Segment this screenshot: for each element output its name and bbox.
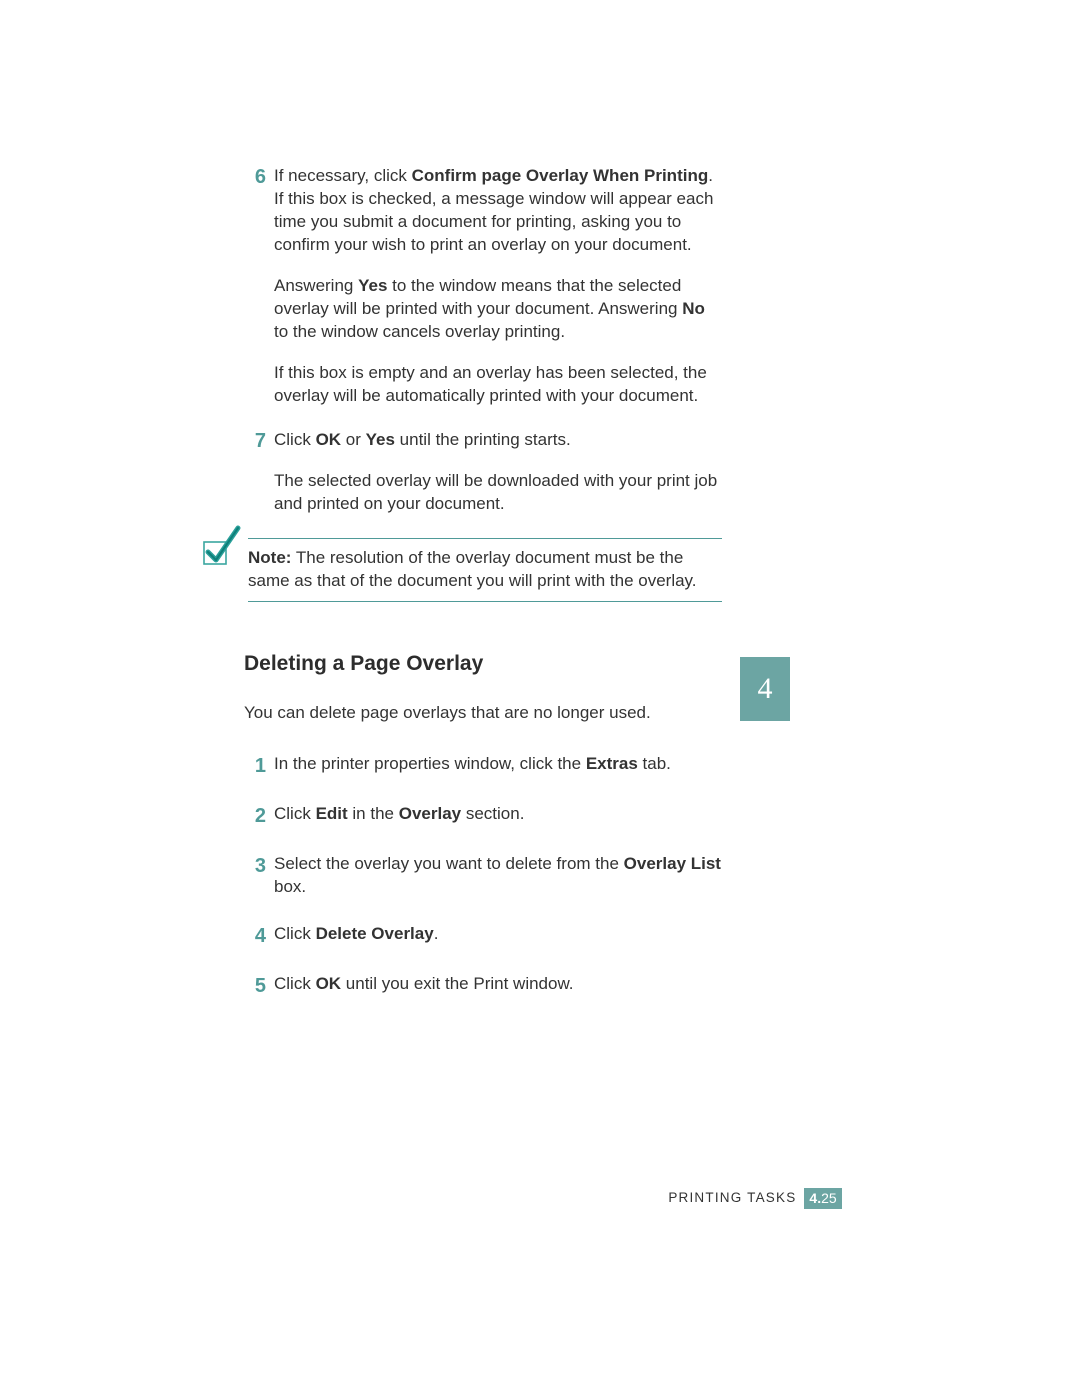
step-body: Select the overlay you want to delete fr…	[274, 853, 722, 899]
step-number: 1	[244, 753, 266, 779]
step-body: Click Delete Overlay.	[274, 923, 722, 949]
step-paragraph: The selected overlay will be downloaded …	[274, 470, 722, 516]
step-number: 3	[244, 853, 266, 899]
step-paragraph: Click Delete Overlay.	[274, 923, 722, 946]
step-number: 4	[244, 923, 266, 949]
footer-page-number: 4.25	[804, 1188, 841, 1209]
step-number: 7	[244, 429, 266, 516]
step-paragraph: Click OK or Yes until the printing start…	[274, 429, 722, 452]
step: 4 Click Delete Overlay.	[244, 923, 722, 949]
checkmark-icon	[202, 524, 242, 566]
step-body: Click Edit in the Overlay section.	[274, 803, 722, 829]
step: 1 In the printer properties window, click…	[244, 753, 722, 779]
chapter-tab: 4	[740, 657, 790, 721]
section-heading: Deleting a Page Overlay	[244, 650, 722, 678]
page-content: 6If necessary, click Confirm page Overla…	[244, 165, 722, 1023]
page-footer: PRINTING TASKS 4.25	[0, 1186, 1080, 1209]
step-body: Click OK until you exit the Print window…	[274, 973, 722, 999]
step: 3Select the overlay you want to delete f…	[244, 853, 722, 899]
step-number: 2	[244, 803, 266, 829]
step-body: In the printer properties window, click …	[274, 753, 722, 779]
step-number: 5	[244, 973, 266, 999]
step-paragraph: Answering Yes to the window means that t…	[274, 275, 722, 344]
steps-top-list: 6If necessary, click Confirm page Overla…	[244, 165, 722, 516]
step-paragraph: Click OK until you exit the Print window…	[274, 973, 722, 996]
step-body: If necessary, click Confirm page Overlay…	[274, 165, 722, 407]
step-paragraph: If necessary, click Confirm page Overlay…	[274, 165, 722, 257]
footer-label: PRINTING TASKS	[668, 1189, 796, 1207]
note-text: Note: The resolution of the overlay docu…	[248, 538, 722, 602]
step-number: 6	[244, 165, 266, 407]
step-paragraph: In the printer properties window, click …	[274, 753, 722, 776]
step: 2 Click Edit in the Overlay section.	[244, 803, 722, 829]
step-paragraph: If this box is empty and an overlay has …	[274, 362, 722, 408]
step-paragraph: Select the overlay you want to delete fr…	[274, 853, 722, 899]
step-body: Click OK or Yes until the printing start…	[274, 429, 722, 516]
step: 7 Click OK or Yes until the printing star…	[244, 429, 722, 516]
note-block: Note: The resolution of the overlay docu…	[244, 538, 722, 602]
section-intro: You can delete page overlays that are no…	[244, 702, 722, 725]
step: 6If necessary, click Confirm page Overla…	[244, 165, 722, 407]
step: 5 Click OK until you exit the Print windo…	[244, 973, 722, 999]
step-paragraph: Click Edit in the Overlay section.	[274, 803, 722, 826]
steps-delete-list: 1 In the printer properties window, click…	[244, 753, 722, 999]
